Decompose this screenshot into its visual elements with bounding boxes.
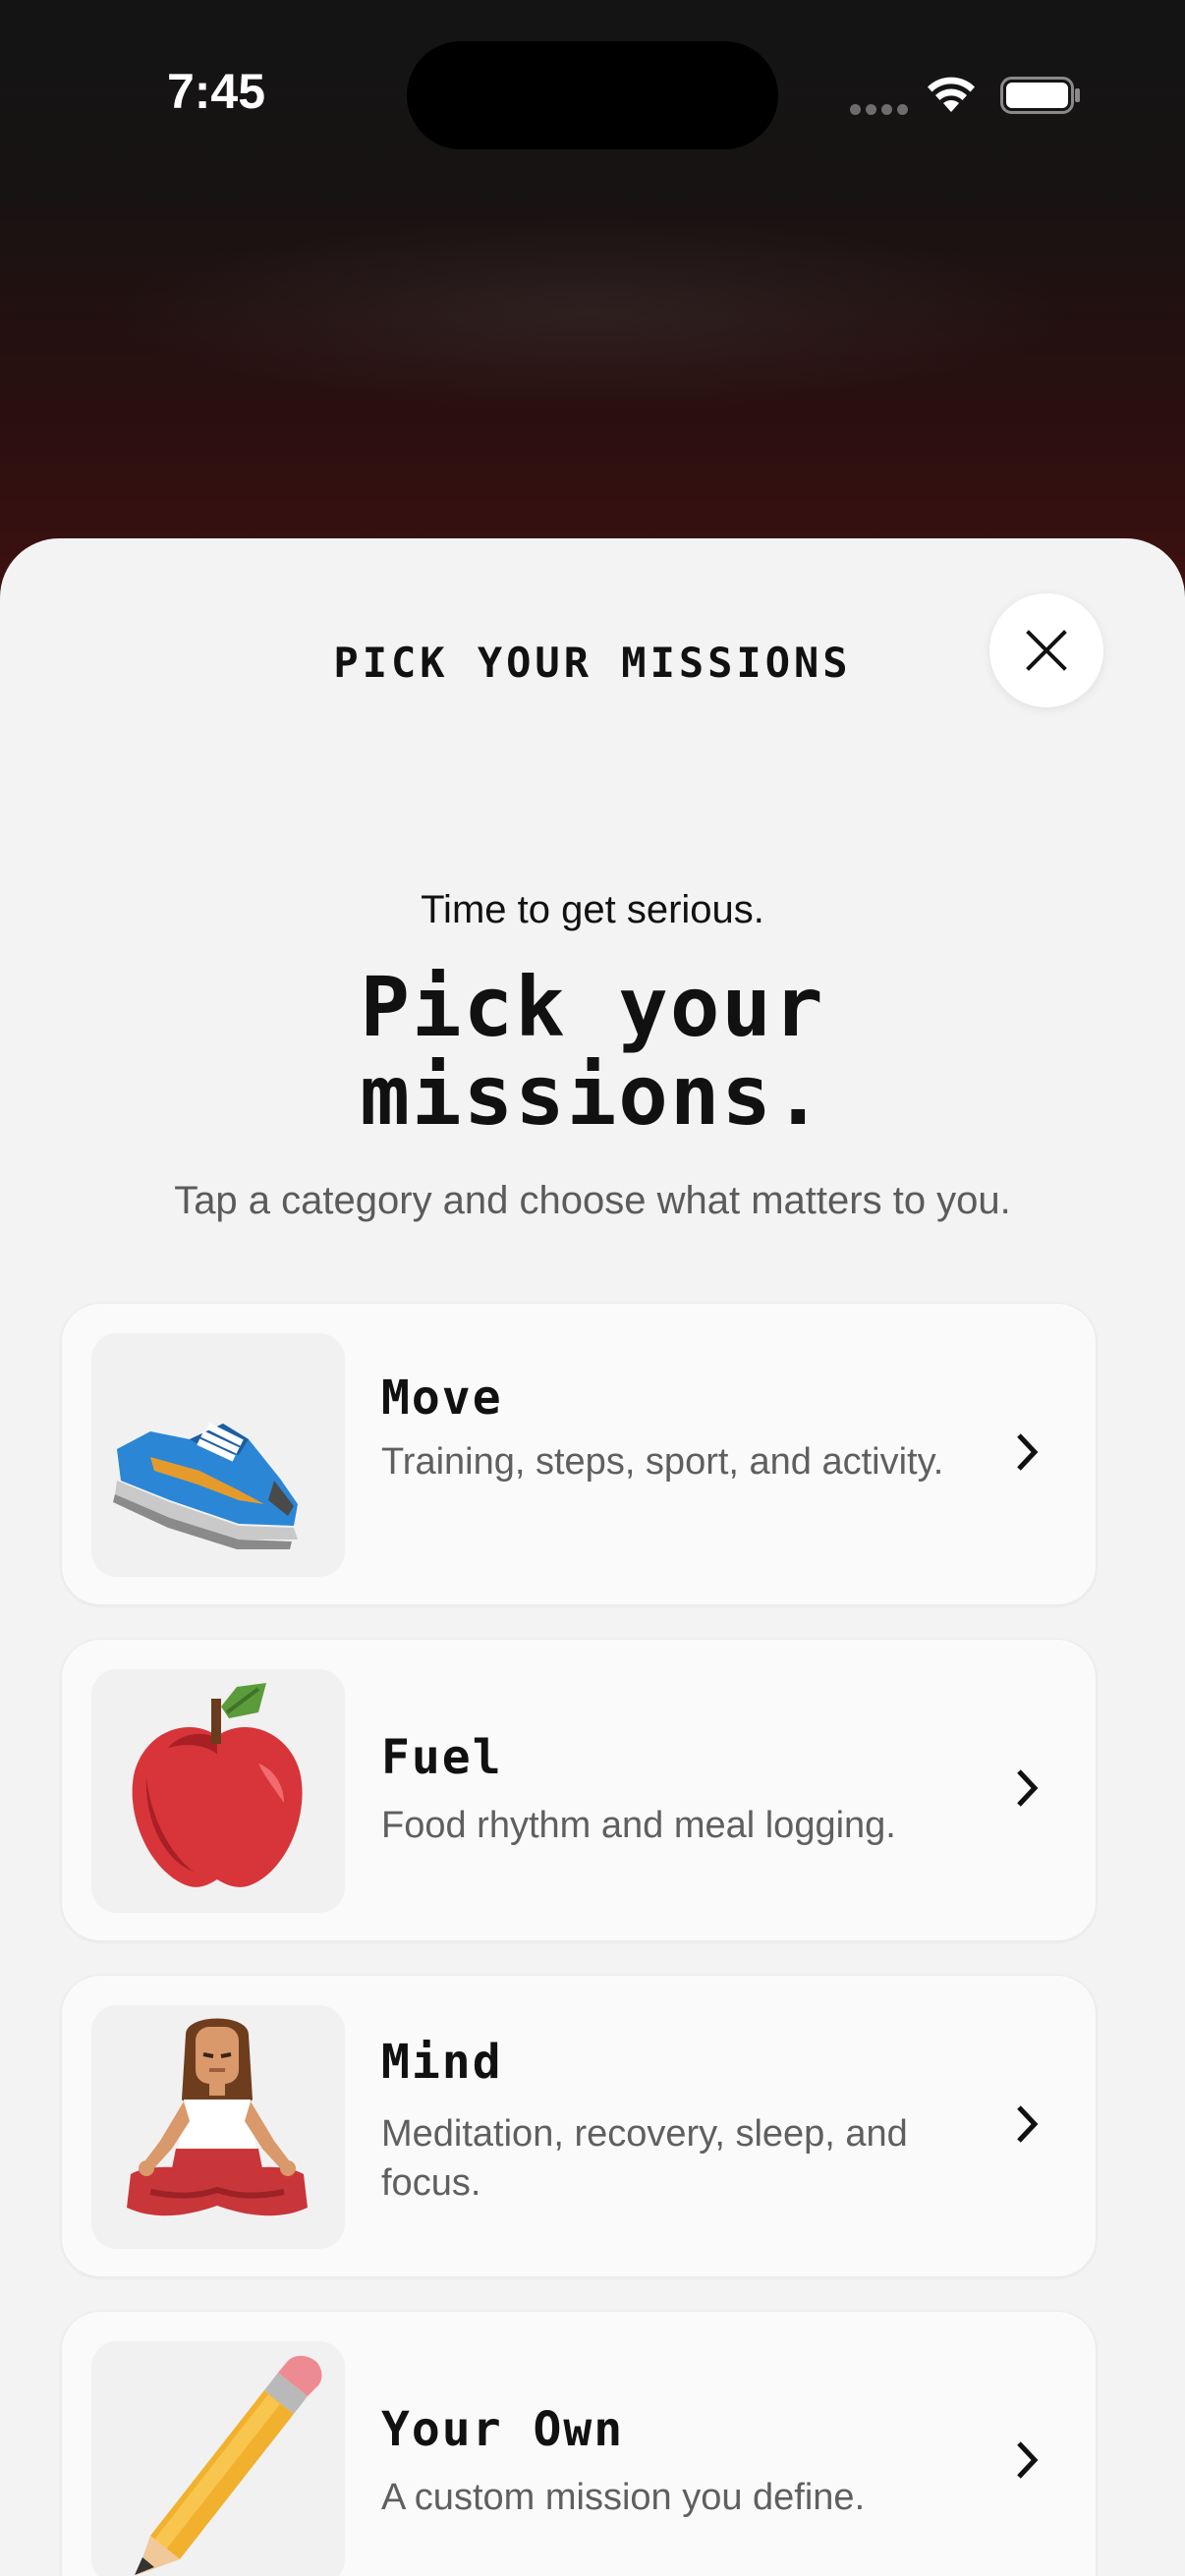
pencil-icon xyxy=(135,2355,322,2575)
category-title: Mind xyxy=(381,2035,503,2090)
category-description: Food rhythm and meal logging. xyxy=(381,1805,896,1846)
category-thumb xyxy=(91,1669,345,1913)
category-card-fuel[interactable]: Fuel Food rhythm and meal logging. xyxy=(61,1639,1097,1941)
category-thumb xyxy=(91,1333,345,1577)
category-description: Meditation, recovery, sleep, and focus. xyxy=(381,2113,908,2204)
close-icon xyxy=(1026,630,1067,671)
kicker-text: Time to get serious. xyxy=(421,888,764,931)
category-description: Training, steps, sport, and activity. xyxy=(381,1441,944,1483)
wifi-icon xyxy=(928,77,975,112)
category-title: Move xyxy=(381,1371,503,1426)
meditating-person-icon xyxy=(127,2018,308,2216)
category-title: Fuel xyxy=(381,1730,503,1785)
category-title: Your Own xyxy=(381,2402,625,2457)
category-thumb xyxy=(91,2005,345,2249)
chevron-right-icon xyxy=(1017,1769,1039,1807)
category-thumb xyxy=(91,2341,345,2576)
chevron-right-icon xyxy=(1017,2441,1039,2479)
category-card-mind[interactable]: Mind Meditation, recovery, sleep, and fo… xyxy=(61,1975,1097,2277)
headline-line-2: missions. xyxy=(360,1047,825,1144)
category-card-your-own[interactable]: Your Own A custom mission you define. xyxy=(61,2311,1097,2576)
page-subtitle: Tap a category and choose what matters t… xyxy=(174,1179,1011,1222)
page-headline: Pick your missions. xyxy=(0,963,1185,1140)
apple-icon xyxy=(132,1683,303,1887)
chevron-right-icon xyxy=(1017,1433,1039,1471)
status-time: 7:45 xyxy=(166,64,266,119)
cellular-signal-icon xyxy=(850,104,909,116)
chevron-right-icon xyxy=(1017,2105,1039,2143)
status-bar: 7:45 xyxy=(0,0,1185,196)
category-card-move[interactable]: Move Training, steps, sport, and activit… xyxy=(61,1303,1097,1605)
sneaker-icon xyxy=(113,1423,298,1549)
dynamic-island xyxy=(407,41,778,149)
category-description: A custom mission you define. xyxy=(381,2477,866,2518)
close-button[interactable] xyxy=(989,593,1103,707)
battery-icon xyxy=(1000,77,1080,114)
headline-line-1: Pick your xyxy=(360,959,825,1055)
missions-sheet: PICK YOUR MISSIONS Time to get serious. … xyxy=(0,538,1185,2576)
